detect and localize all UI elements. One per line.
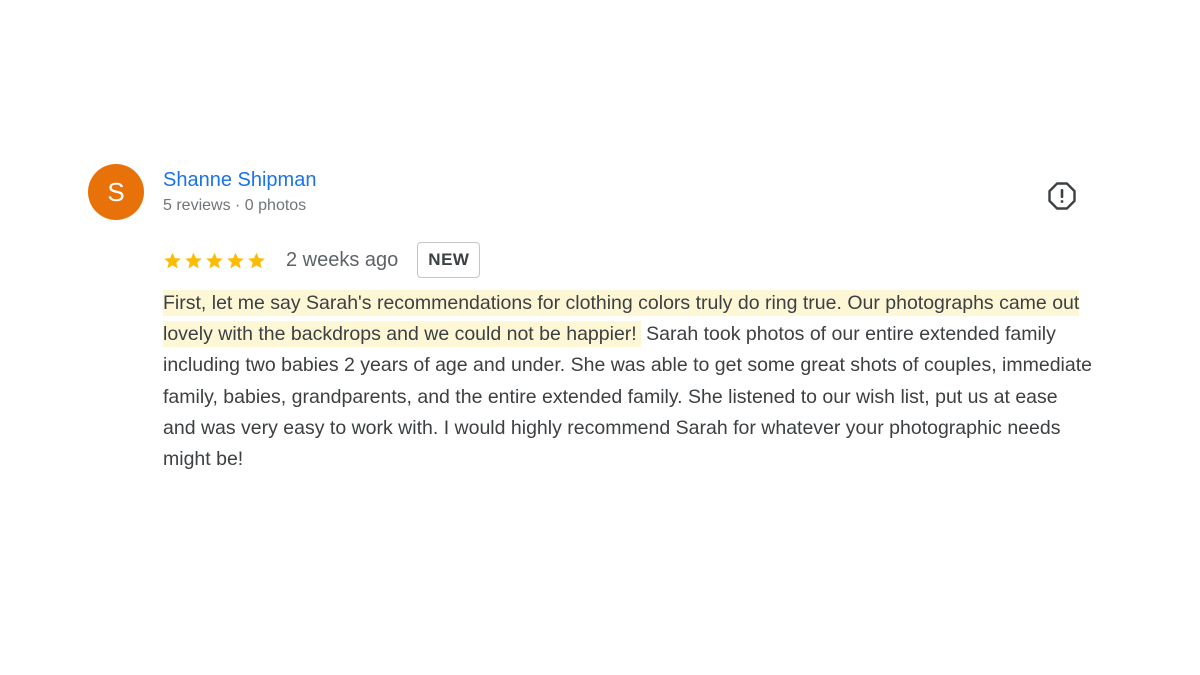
star-icon [247,251,266,270]
new-badge: NEW [417,242,481,278]
star-icon [184,251,203,270]
avatar-letter: S [107,177,125,207]
author-name-link[interactable]: Shanne Shipman [163,168,316,192]
report-flag-icon [1047,181,1077,211]
review-meta-row: 2 weeks ago NEW [163,242,481,278]
star-rating [163,251,266,270]
review-time: 2 weeks ago [286,248,399,271]
star-icon [205,251,224,270]
author-meta: 5 reviews · 0 photos [163,197,307,214]
author-info: Shanne Shipman 5 reviews · 0 photos [163,168,316,216]
review-text: First, let me say Sarah's recommendation… [163,288,1093,475]
star-icon [163,251,182,270]
avatar[interactable]: S [88,164,144,220]
star-icon [226,251,245,270]
report-review-button[interactable] [1047,181,1077,211]
